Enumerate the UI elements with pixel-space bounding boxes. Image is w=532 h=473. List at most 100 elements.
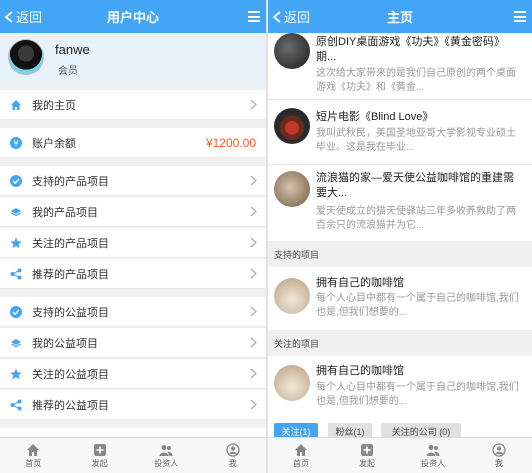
tab-label: 我 bbox=[228, 458, 237, 468]
chevron-right-icon bbox=[250, 399, 257, 410]
chevron-left-icon bbox=[272, 10, 281, 23]
home-icon bbox=[27, 443, 40, 456]
tab-label: 首页 bbox=[25, 458, 42, 468]
user-circle-icon bbox=[492, 442, 506, 457]
project-title: 拥有自己的咖啡馆 bbox=[316, 365, 404, 377]
project-item[interactable]: 拥有自己的咖啡馆 每个人心目中都有一个属于自己的咖啡馆,我们也是,但我们想要的.… bbox=[268, 356, 532, 420]
top-bar: 返回 用户中心 bbox=[0, 0, 266, 33]
chevron-right-icon bbox=[250, 206, 257, 217]
menu-item-supported-products[interactable]: 支持的产品项目 bbox=[0, 166, 266, 196]
project-item[interactable]: 短片电影《Blind Love》 我叫武秋民，美国圣地亚哥大学影视专业硕士毕业。… bbox=[268, 100, 532, 166]
tab-investors[interactable]: 投资人 bbox=[400, 438, 466, 473]
back-button[interactable]: 返回 bbox=[272, 0, 310, 33]
layers-icon bbox=[10, 337, 22, 349]
home-icon bbox=[10, 99, 22, 111]
chevron-right-icon bbox=[250, 268, 257, 279]
tab-label: 发起 bbox=[359, 458, 375, 468]
menu-item-my-homepage[interactable]: 我的主页 bbox=[0, 90, 266, 120]
back-label: 返回 bbox=[16, 10, 43, 25]
section-followed: 关注的项目 bbox=[268, 330, 532, 356]
svg-text:¥: ¥ bbox=[13, 139, 18, 148]
section-supported: 支持的项目 bbox=[268, 241, 532, 267]
chevron-right-icon bbox=[250, 337, 257, 348]
homepage-panel: 返回 主页 原创DIY桌面游戏《功夫》《黄金密码》期... 这次给大家带来的是我… bbox=[268, 0, 532, 473]
menu-label: 推荐的公益项目 bbox=[32, 399, 109, 412]
tab-launch[interactable]: 发起 bbox=[334, 438, 400, 473]
layers-icon bbox=[10, 206, 22, 218]
chevron-right-icon bbox=[250, 99, 257, 110]
project-desc: 爱天使成立的猫天使驿站三年多收养救助了两百余只的流浪猫并为它... bbox=[316, 206, 516, 231]
project-desc: 我叫武秋民，美国圣地亚哥大学影视专业硕士毕业。这是我在毕业... bbox=[316, 128, 516, 153]
menu-item-recommended-charity[interactable]: 推荐的公益项目 bbox=[0, 390, 266, 420]
chevron-right-icon bbox=[250, 368, 257, 379]
menu-label: 推荐的产品项目 bbox=[32, 268, 109, 281]
check-circle-icon bbox=[10, 305, 22, 318]
menu-item-followed-charity[interactable]: 关注的公益项目 bbox=[0, 359, 266, 389]
tab-me[interactable]: 我 bbox=[200, 438, 267, 473]
home-icon bbox=[295, 443, 307, 456]
menu-label: 关注的产品项目 bbox=[32, 237, 109, 250]
tab-me[interactable]: 我 bbox=[466, 438, 532, 473]
project-title: 短片电影《Blind Love》 bbox=[316, 111, 434, 123]
social-tabs: 关注(1) 粉丝(1) 关注的公司 (0) bbox=[268, 420, 532, 439]
users-icon bbox=[426, 444, 440, 456]
bottom-tab-bar: 首页 发起 投资人 我 bbox=[0, 437, 266, 473]
profile-card[interactable]: fanwe 会员 bbox=[0, 33, 266, 86]
users-icon bbox=[159, 444, 173, 456]
menu-icon[interactable] bbox=[514, 11, 526, 22]
chevron-right-icon bbox=[250, 306, 257, 317]
star-icon bbox=[10, 368, 22, 380]
menu-icon[interactable] bbox=[248, 11, 260, 22]
project-title: 流浪猫的家—爱天使公益咖啡馆的重建需要大... bbox=[316, 172, 514, 199]
menu-item-supported-charity[interactable]: 支持的公益项目 bbox=[0, 297, 266, 327]
back-label: 返回 bbox=[284, 10, 311, 25]
plus-square-icon bbox=[93, 443, 106, 456]
avatar bbox=[8, 39, 44, 75]
tab-investors[interactable]: 投资人 bbox=[133, 438, 200, 473]
back-button[interactable]: 返回 bbox=[4, 0, 42, 33]
yen-icon: ¥ bbox=[10, 136, 22, 149]
project-item[interactable]: 原创DIY桌面游戏《功夫》《黄金密码》期... 这次给大家带来的是我们自己原创的… bbox=[268, 33, 532, 99]
star-icon bbox=[10, 237, 22, 249]
menu-label: 支持的公益项目 bbox=[32, 306, 109, 319]
balance-amount: ¥1200.00 bbox=[205, 135, 256, 150]
project-thumbnail bbox=[274, 108, 310, 144]
menu-label: 关注的公益项目 bbox=[32, 368, 109, 381]
user-circle-icon bbox=[226, 442, 240, 457]
tab-launch[interactable]: 发起 bbox=[67, 438, 134, 473]
menu-item-balance[interactable]: ¥ 账户余额 ¥1200.00 bbox=[0, 128, 266, 158]
project-item[interactable]: 流浪猫的家—爱天使公益咖啡馆的重建需要大... 爱天使成立的猫天使驿站三年多收养… bbox=[268, 165, 532, 239]
tab-label: 我 bbox=[495, 458, 503, 468]
chevron-right-icon bbox=[250, 175, 257, 186]
tab-home[interactable]: 首页 bbox=[268, 438, 334, 473]
project-thumbnail bbox=[274, 365, 310, 401]
project-desc: 每个人心目中都有一个属于自己的咖啡馆,我们也是,但我们想要的... bbox=[316, 382, 519, 407]
project-desc: 这次给大家带来的是我们自己原创的两个桌面游戏《功夫》和《黄金... bbox=[316, 68, 516, 93]
project-thumbnail bbox=[274, 33, 310, 69]
check-circle-icon bbox=[10, 174, 22, 187]
tab-home[interactable]: 首页 bbox=[0, 438, 67, 473]
menu-item-recommended-products[interactable]: 推荐的产品项目 bbox=[0, 259, 266, 289]
tab-label: 发起 bbox=[91, 458, 108, 468]
project-title: 原创DIY桌面游戏《功夫》《黄金密码》期... bbox=[316, 36, 505, 63]
project-thumbnail bbox=[274, 278, 310, 314]
project-desc: 每个人心目中都有一个属于自己的咖啡馆,我们也是,但我们想要的... bbox=[316, 293, 519, 318]
project-item[interactable]: 拥有自己的咖啡馆 每个人心目中都有一个属于自己的咖啡馆,我们也是,但我们想要的.… bbox=[268, 267, 532, 330]
tab-label: 首页 bbox=[293, 458, 309, 468]
user-name: fanwe bbox=[55, 42, 90, 57]
menu-item-my-products[interactable]: 我的产品项目 bbox=[0, 197, 266, 227]
page-title: 用户中心 bbox=[106, 10, 159, 25]
menu-label: 我的公益项目 bbox=[32, 337, 98, 350]
user-center-panel: 返回 用户中心 fanwe 会员 我的主页 ¥ 账户余额 ¥1200.00 支持… bbox=[0, 0, 266, 473]
chevron-right-icon bbox=[250, 237, 257, 248]
tab-label: 投资人 bbox=[421, 458, 445, 468]
bottom-tab-bar: 首页 发起 投资人 我 bbox=[268, 437, 532, 473]
project-thumbnail bbox=[274, 171, 310, 207]
share-icon bbox=[10, 268, 22, 280]
tab-label: 投资人 bbox=[154, 458, 179, 468]
menu-item-my-charity[interactable]: 我的公益项目 bbox=[0, 328, 266, 358]
menu-label: 支持的产品项目 bbox=[32, 175, 109, 188]
menu-label: 账户余额 bbox=[32, 137, 76, 150]
project-title: 拥有自己的咖啡馆 bbox=[316, 277, 404, 289]
menu-item-followed-products[interactable]: 关注的产品项目 bbox=[0, 228, 266, 258]
